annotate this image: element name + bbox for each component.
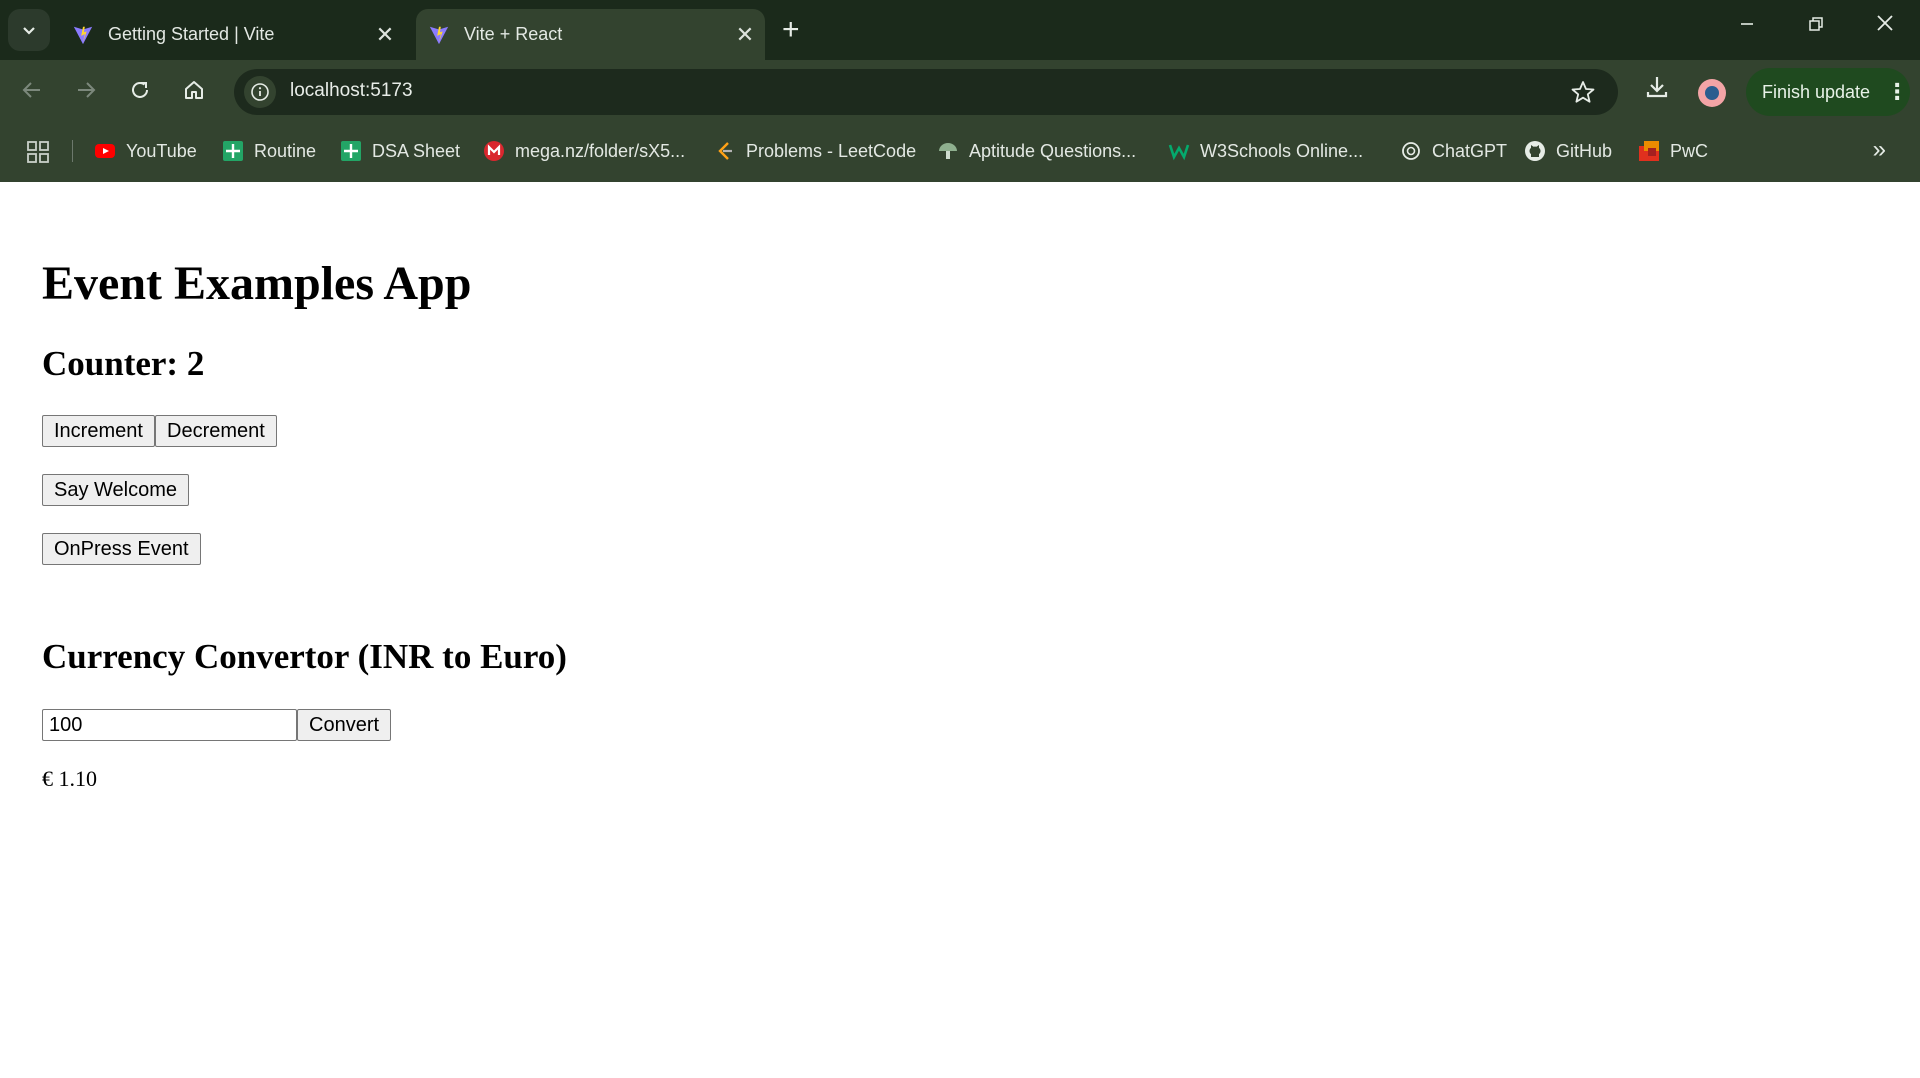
bookmark-label: YouTube xyxy=(126,140,197,161)
bookmark-label: PwC xyxy=(1670,140,1709,161)
w3schools-icon xyxy=(1168,144,1190,161)
browser-toolbar: localhost:5173 Finish update ⋮ xyxy=(0,60,1920,120)
page-content: Event Examples App Counter: 2 Increment … xyxy=(0,182,1920,1078)
chevron-down-icon xyxy=(23,27,35,35)
bookmark-star-icon[interactable] xyxy=(1570,79,1596,105)
address-bar[interactable]: localhost:5173 xyxy=(234,69,1618,115)
increment-button[interactable]: Increment xyxy=(42,415,155,447)
bookmark-label: mega.nz/folder/sX5... xyxy=(515,140,686,161)
bookmark-mega[interactable]: mega.nz/folder/sX5... xyxy=(483,138,685,164)
sheets-icon xyxy=(341,141,361,161)
info-icon xyxy=(251,83,269,101)
vite-icon xyxy=(429,26,449,44)
close-tab-icon[interactable]: ✕ xyxy=(375,22,395,48)
tab-getting-started[interactable]: Getting Started | Vite ✕ xyxy=(60,9,405,60)
close-tab-icon[interactable]: ✕ xyxy=(735,22,755,48)
bookmark-youtube[interactable]: YouTube xyxy=(94,138,197,164)
arrow-right-icon xyxy=(78,82,96,98)
restore-icon[interactable] xyxy=(1796,12,1836,38)
currency-converter-heading: Currency Convertor (INR to Euro) xyxy=(42,637,567,676)
bookmark-label: Routine xyxy=(254,140,317,161)
bookmark-label: GitHub xyxy=(1556,140,1613,161)
counter-heading: Counter: 2 xyxy=(42,344,205,383)
bookmark-github[interactable]: GitHub xyxy=(1524,138,1612,164)
bookmark-label: Aptitude Questions... xyxy=(969,140,1137,161)
arrow-left-icon xyxy=(22,82,40,98)
bookmark-label: DSA Sheet xyxy=(372,140,461,161)
tab-strip: Getting Started | Vite ✕ Vite + React ✕ … xyxy=(0,0,1920,60)
forward-button[interactable] xyxy=(68,72,104,108)
say-welcome-button[interactable]: Say Welcome xyxy=(42,474,190,506)
chatgpt-icon xyxy=(1402,142,1420,160)
sheets-icon xyxy=(223,141,243,161)
conversion-result: € 1.10 xyxy=(42,766,97,791)
url-text: localhost:5173 xyxy=(290,80,413,101)
more-menu-icon[interactable]: ⋮ xyxy=(1886,79,1908,105)
profile-avatar[interactable] xyxy=(1698,79,1726,107)
bookmarks-bar: YouTube Routine DSA Sheet mega.nz/folder… xyxy=(0,120,1920,183)
more-bookmarks-icon[interactable]: » xyxy=(1873,136,1886,164)
apps-grid-icon[interactable] xyxy=(26,140,50,164)
bookmark-leetcode[interactable]: Problems - LeetCode xyxy=(714,138,916,164)
leetcode-icon xyxy=(718,142,732,160)
reload-button[interactable] xyxy=(122,72,158,108)
home-button[interactable] xyxy=(176,72,212,108)
home-icon xyxy=(185,81,203,99)
bookmark-label: W3Schools Online... xyxy=(1200,140,1364,161)
minimize-icon[interactable] xyxy=(1727,12,1767,38)
mushroom-icon xyxy=(939,143,957,159)
youtube-icon xyxy=(95,144,115,158)
vite-icon xyxy=(73,26,93,44)
app-title: Event Examples App xyxy=(42,257,472,310)
download-icon[interactable] xyxy=(1644,74,1670,100)
github-icon xyxy=(1525,141,1545,161)
bookmark-chatgpt[interactable]: ChatGPT xyxy=(1400,138,1507,164)
amount-input[interactable]: 100 xyxy=(42,709,297,741)
reload-icon xyxy=(132,81,148,98)
site-info-button[interactable] xyxy=(244,76,276,108)
bookmark-label: Problems - LeetCode xyxy=(746,140,917,161)
tab-title: Vite + React xyxy=(464,24,563,44)
tab-vite-react[interactable]: Vite + React ✕ xyxy=(416,9,765,60)
new-tab-button[interactable]: + xyxy=(782,14,800,46)
bookmark-label: ChatGPT xyxy=(1432,140,1508,161)
bookmark-dsa-sheet[interactable]: DSA Sheet xyxy=(340,138,460,164)
bookmark-routine[interactable]: Routine xyxy=(222,138,316,164)
pwc-icon xyxy=(1639,141,1659,161)
bookmark-aptitude[interactable]: Aptitude Questions... xyxy=(937,138,1136,164)
convert-button[interactable]: Convert xyxy=(297,709,392,741)
close-window-icon[interactable] xyxy=(1865,12,1905,38)
decrement-button[interactable]: Decrement xyxy=(155,415,277,447)
bookmarks-separator xyxy=(72,140,73,162)
mega-icon xyxy=(484,141,504,161)
onpress-event-button[interactable]: OnPress Event xyxy=(42,533,201,565)
bookmark-pwc[interactable]: PwC xyxy=(1638,138,1708,164)
back-button[interactable] xyxy=(14,72,50,108)
finish-update-label: Finish update xyxy=(1762,81,1871,102)
tab-search-button[interactable] xyxy=(8,9,50,51)
bookmark-w3schools[interactable]: W3Schools Online... xyxy=(1168,138,1363,164)
tab-title: Getting Started | Vite xyxy=(108,24,275,44)
finish-update-button[interactable]: Finish update ⋮ xyxy=(1746,68,1910,116)
